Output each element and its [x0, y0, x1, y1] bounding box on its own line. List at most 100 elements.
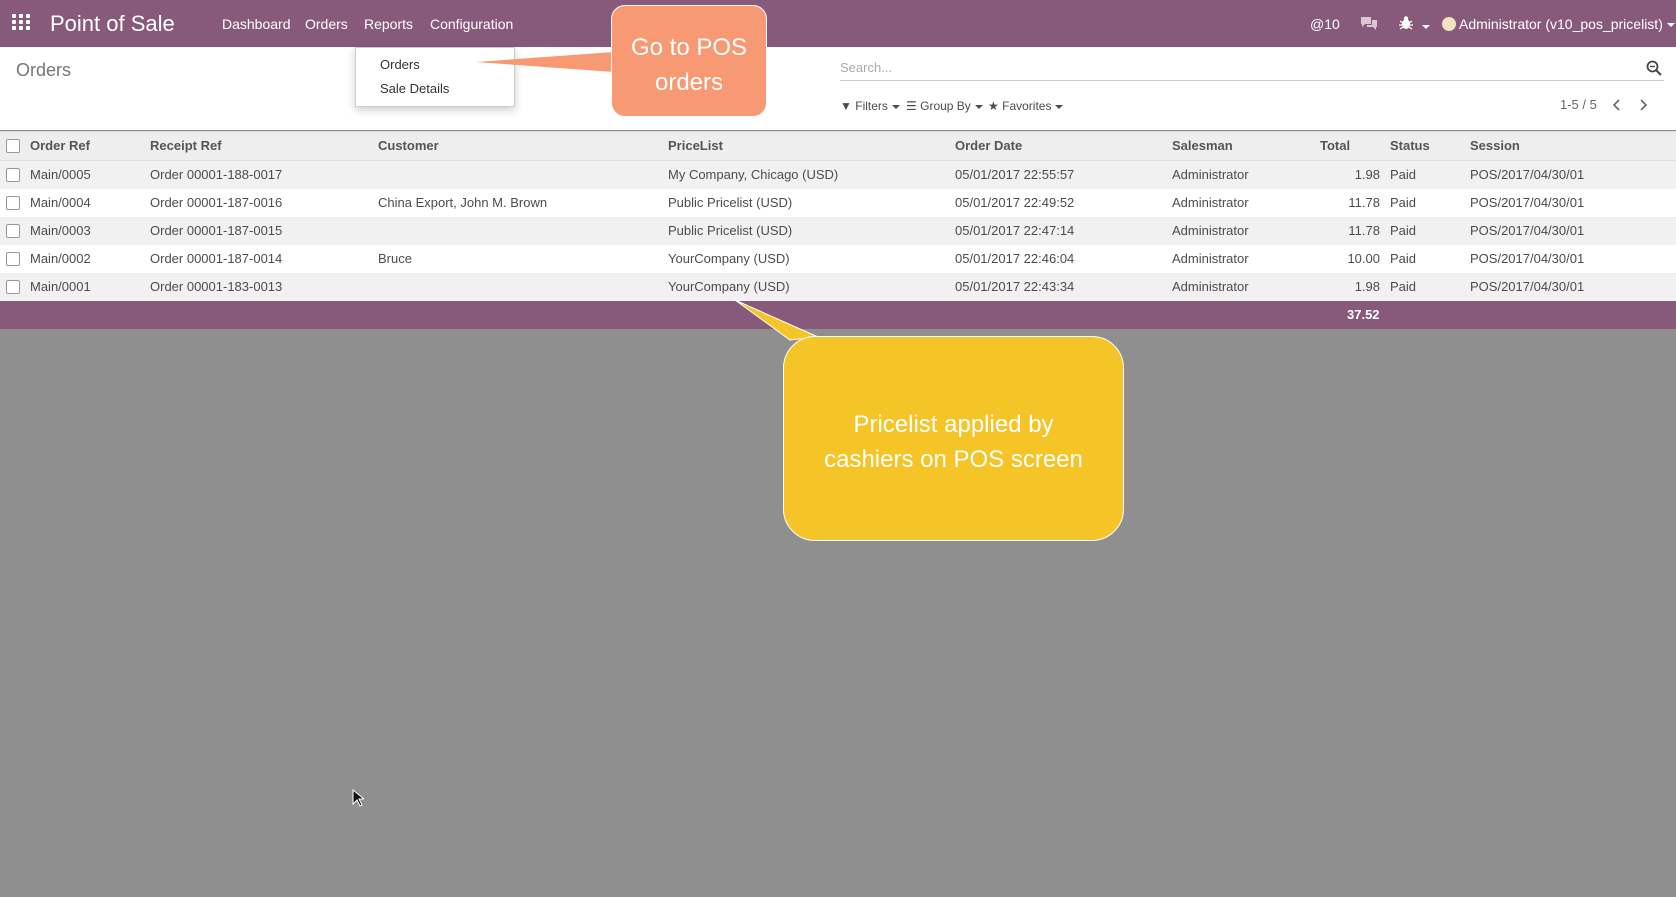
row-checkbox[interactable]: [6, 196, 20, 210]
reports-dropdown: Orders Sale Details: [355, 47, 515, 107]
favorites-button[interactable]: ★ Favorites: [988, 99, 1064, 113]
group-by-button[interactable]: ☰ Group By: [906, 99, 983, 113]
top-navbar: Point of Sale Dashboard Orders Reports C…: [0, 0, 1676, 47]
cell-total: 10.00: [1347, 251, 1380, 266]
apps-grid-icon[interactable]: [12, 14, 32, 32]
cell-total: 1.98: [1354, 167, 1380, 182]
search-input[interactable]: Search...: [840, 58, 1664, 81]
table-footer: 37.52: [0, 301, 1676, 329]
debug-bug-icon[interactable]: [1398, 15, 1430, 35]
yellow-callout-line-2: cashiers on POS screen: [824, 446, 1083, 473]
search-icon[interactable]: [1646, 60, 1662, 76]
cell-order-date: 05/01/2017 22:47:14: [955, 223, 1075, 238]
column-status[interactable]: Status: [1390, 132, 1430, 160]
cell-salesman: Administrator: [1172, 223, 1249, 238]
mouse-cursor-icon: [352, 789, 364, 807]
column-customer[interactable]: Customer: [378, 132, 439, 160]
menu-reports[interactable]: Reports: [364, 16, 413, 33]
cell-order-date: 05/01/2017 22:55:57: [955, 167, 1075, 182]
cell-order-date: 05/01/2017 22:46:04: [955, 251, 1075, 266]
cell-customer: China Export, John M. Brown: [378, 195, 548, 210]
app-title: Point of Sale: [50, 11, 175, 36]
column-receipt-ref[interactable]: Receipt Ref: [150, 132, 222, 160]
search-placeholder: Search...: [840, 60, 893, 75]
cell-receipt-ref: Order 00001-187-0014: [150, 251, 283, 266]
cell-pricelist: Public Pricelist (USD): [668, 223, 793, 238]
cell-pricelist: YourCompany (USD): [668, 279, 790, 294]
row-checkbox[interactable]: [6, 224, 20, 238]
filters-button[interactable]: ▼ Filters: [840, 99, 900, 113]
cell-session: POS/2017/04/30/01: [1470, 195, 1585, 210]
user-avatar-icon: [1442, 17, 1456, 31]
table-row[interactable]: Main/0001 Order 00001-183-0013 YourCompa…: [0, 273, 1676, 301]
cell-status: Paid: [1390, 223, 1417, 238]
cell-status: Paid: [1390, 195, 1417, 210]
star-icon: ★: [988, 99, 999, 113]
user-menu[interactable]: Administrator (v10_pos_pricelist): [1442, 15, 1675, 33]
cell-pricelist: My Company, Chicago (USD): [668, 167, 839, 182]
dropdown-item-sale-details[interactable]: Sale Details: [380, 81, 449, 96]
orange-callout: Go to POS orders: [611, 5, 767, 117]
cell-receipt-ref: Order 00001-187-0016: [150, 195, 283, 210]
cell-session: POS/2017/04/30/01: [1470, 251, 1585, 266]
orders-table: Order Ref Receipt Ref Customer PriceList…: [0, 131, 1676, 329]
cell-receipt-ref: Order 00001-188-0017: [150, 167, 283, 182]
cell-pricelist: Public Pricelist (USD): [668, 195, 793, 210]
orange-callout-line-1: Go to POS: [630, 34, 748, 61]
column-order-ref[interactable]: Order Ref: [30, 132, 90, 160]
table-row[interactable]: Main/0004 Order 00001-187-0016 China Exp…: [0, 189, 1676, 217]
column-salesman[interactable]: Salesman: [1172, 132, 1233, 160]
column-pricelist[interactable]: PriceList: [668, 132, 723, 160]
pager-previous-icon[interactable]: [1610, 97, 1624, 113]
cell-pricelist: YourCompany (USD): [668, 251, 790, 266]
cell-total: 1.98: [1354, 279, 1380, 294]
cell-order-date: 05/01/2017 22:49:52: [955, 195, 1075, 210]
table-header: Order Ref Receipt Ref Customer PriceList…: [0, 131, 1676, 161]
table-row[interactable]: Main/0002 Order 00001-187-0014 Bruce You…: [0, 245, 1676, 273]
pager-next-icon[interactable]: [1636, 97, 1650, 113]
yellow-callout: Pricelist applied by cashiers on POS scr…: [783, 336, 1124, 541]
orange-callout-line-2: orders: [654, 69, 724, 96]
cell-receipt-ref: Order 00001-187-0015: [150, 223, 283, 238]
filters-label: Filters: [855, 99, 888, 113]
menu-dashboard[interactable]: Dashboard: [222, 16, 291, 33]
cell-receipt-ref: Order 00001-183-0013: [150, 279, 283, 294]
mentions-counter[interactable]: @10: [1310, 15, 1340, 33]
cell-total: 11.78: [1348, 195, 1380, 210]
group-by-label: Group By: [920, 99, 971, 113]
menu-configuration[interactable]: Configuration: [430, 16, 513, 33]
cell-salesman: Administrator: [1172, 279, 1249, 294]
dropdown-item-orders[interactable]: Orders: [380, 57, 420, 72]
cell-customer: Bruce: [378, 251, 412, 266]
cell-total: 11.78: [1348, 223, 1380, 238]
row-checkbox[interactable]: [6, 252, 20, 266]
control-panel: Orders Search... ▼ Filters ☰ Group By ★ …: [0, 47, 1676, 130]
cell-salesman: Administrator: [1172, 195, 1249, 210]
cell-salesman: Administrator: [1172, 167, 1249, 182]
cell-status: Paid: [1390, 251, 1417, 266]
select-all-checkbox[interactable]: [6, 139, 20, 153]
cell-session: POS/2017/04/30/01: [1470, 223, 1585, 238]
cell-session: POS/2017/04/30/01: [1470, 279, 1585, 294]
yellow-callout-line-1: Pricelist applied by: [853, 411, 1054, 438]
orange-callout-text: Go to POS orders: [612, 30, 766, 100]
table-row[interactable]: Main/0005 Order 00001-188-0017 My Compan…: [0, 161, 1676, 189]
menu-orders[interactable]: Orders: [305, 16, 348, 33]
row-checkbox[interactable]: [6, 168, 20, 182]
cell-order-ref: Main/0003: [30, 223, 91, 238]
cell-order-ref: Main/0002: [30, 251, 91, 266]
cell-order-ref: Main/0001: [30, 279, 91, 294]
pager-value: 1-5 / 5: [1560, 97, 1597, 112]
chat-icon[interactable]: [1360, 15, 1378, 35]
cell-status: Paid: [1390, 279, 1417, 294]
yellow-callout-text: Pricelist applied by cashiers on POS scr…: [784, 407, 1123, 477]
cell-order-ref: Main/0005: [30, 167, 91, 182]
cell-salesman: Administrator: [1172, 251, 1249, 266]
table-row[interactable]: Main/0003 Order 00001-187-0015 Public Pr…: [0, 217, 1676, 245]
row-checkbox[interactable]: [6, 280, 20, 294]
column-session[interactable]: Session: [1470, 132, 1520, 160]
column-order-date[interactable]: Order Date: [955, 132, 1022, 160]
favorites-label: Favorites: [1002, 99, 1052, 113]
column-total[interactable]: Total: [1320, 132, 1350, 160]
user-name: Administrator (v10_pos_pricelist): [1459, 16, 1663, 32]
